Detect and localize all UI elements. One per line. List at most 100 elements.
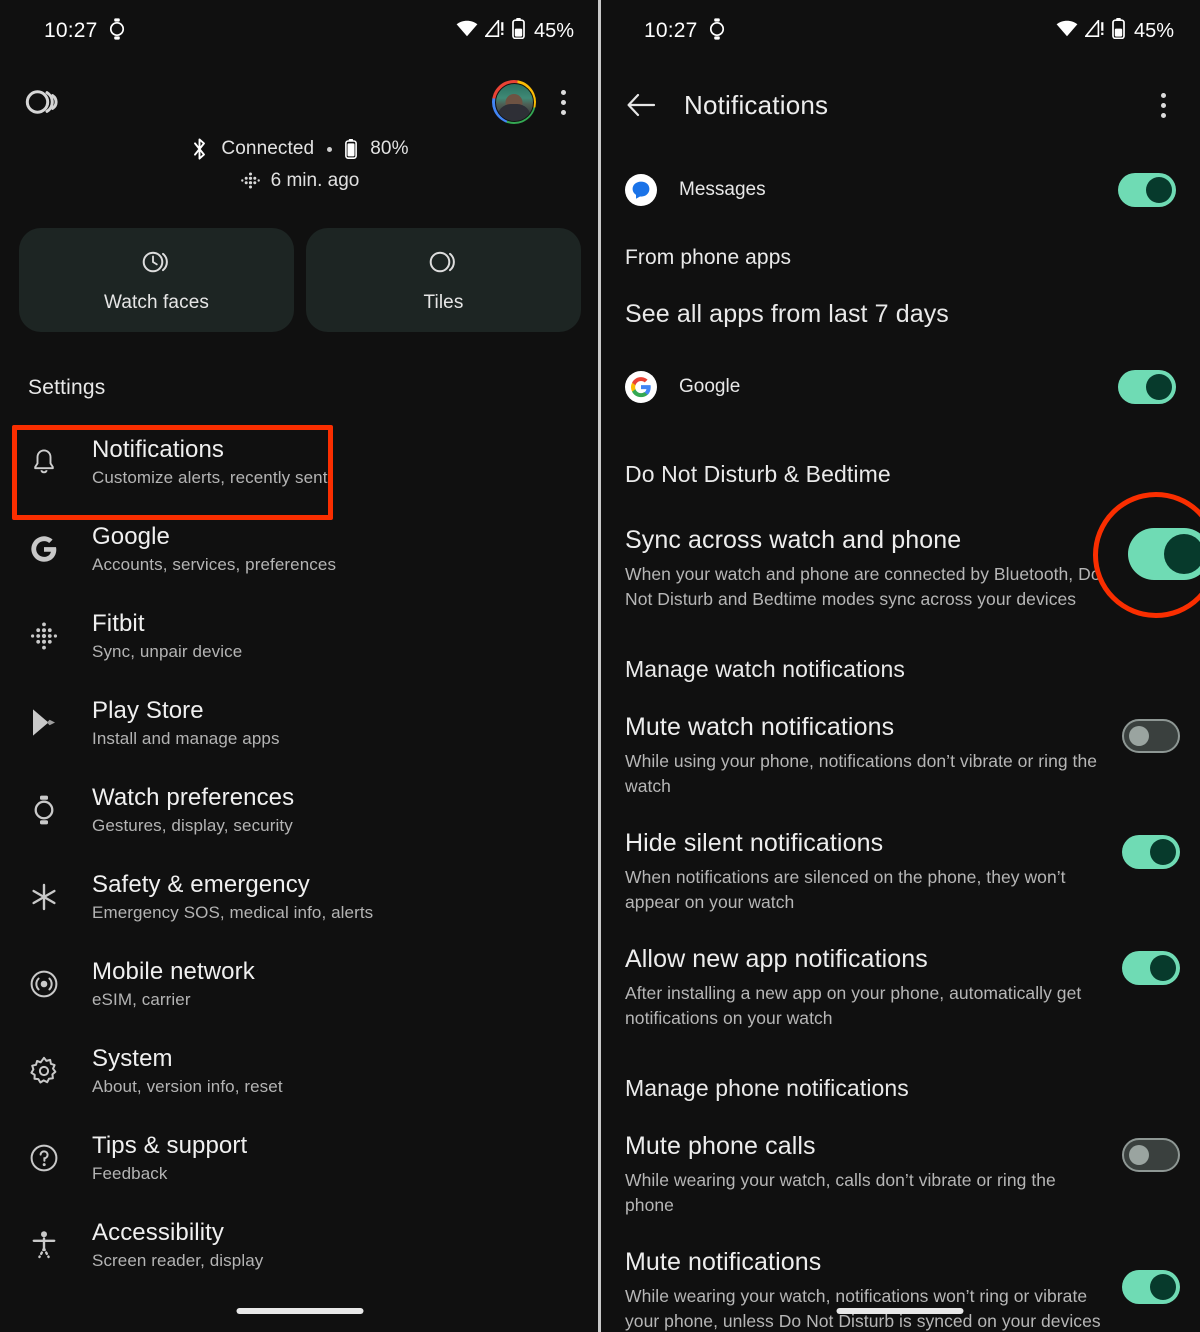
wifi-icon [456, 20, 478, 42]
quick-action-cards: Watch faces Tiles [0, 192, 600, 332]
hide-silent-notifications-toggle[interactable] [1122, 835, 1180, 870]
settings-item-text: Accessibility Screen reader, display [92, 1219, 263, 1271]
settings-item-watch-preferences[interactable]: Watch preferences Gestures, display, sec… [0, 766, 600, 853]
avatar-photo [494, 82, 534, 122]
settings-item-subtitle: eSIM, carrier [92, 989, 191, 1009]
settings-item-text: Google Accounts, services, preferences [92, 523, 336, 575]
nav-home-pill-right[interactable] [836, 1308, 964, 1314]
nav-home-pill-left[interactable] [236, 1308, 364, 1314]
settings-item-text: Notifications Customize alerts, recently… [92, 436, 328, 488]
app-header [0, 62, 600, 124]
mute-phone-calls-toggle[interactable] [1122, 1138, 1180, 1173]
settings-item-google[interactable]: Google Accounts, services, preferences [0, 505, 600, 592]
status-bar-left-group: 10:27 [644, 17, 725, 45]
last-sync-time: 6 min. ago [270, 170, 360, 191]
messages-notifications-toggle[interactable] [1118, 173, 1176, 207]
settings-item-subtitle: Customize alerts, recently sent [92, 467, 328, 487]
fitbit-icon [240, 172, 260, 191]
pref-description: While wearing your watch, calls don’t vi… [625, 1170, 1056, 1216]
settings-item-text: Play Store Install and manage apps [92, 697, 280, 749]
settings-item-title: Fitbit [92, 609, 145, 637]
from-phone-apps-header: From phone apps [625, 246, 792, 269]
messages-icon [625, 174, 657, 206]
back-arrow-icon[interactable] [624, 88, 658, 122]
pref-text: Hide silent notifications When notificat… [625, 829, 1122, 915]
settings-item-text: Mobile network eSIM, carrier [92, 958, 255, 1010]
pref-sync-across-watch-and-phone[interactable]: Sync across watch and phone When your wa… [600, 526, 1200, 612]
connection-status: Connected 80% 6 min. ago [0, 138, 600, 192]
settings-section-title: Settings [28, 376, 106, 399]
status-time: 10:27 [644, 19, 698, 42]
settings-item-accessibility[interactable]: Accessibility Screen reader, display [0, 1201, 600, 1288]
see-all-apps-link[interactable]: See all apps from last 7 days [600, 300, 1200, 329]
connection-primary-row: Connected 80% [0, 138, 600, 160]
pref-mute-watch-notifications[interactable]: Mute watch notifications While using you… [600, 713, 1200, 799]
pref-text: Mute notifications While wearing your wa… [625, 1248, 1122, 1332]
allow-new-app-notifications-toggle[interactable] [1122, 951, 1180, 986]
pref-text: Sync across watch and phone When your wa… [625, 526, 1122, 612]
settings-item-text: Safety & emergency Emergency SOS, medica… [92, 871, 373, 923]
google-notifications-toggle[interactable] [1118, 370, 1176, 404]
settings-item-text: Fitbit Sync, unpair device [92, 610, 242, 662]
settings-item-title: Watch preferences [92, 783, 295, 811]
connection-sync-row: 6 min. ago [0, 170, 600, 192]
battery-icon [345, 139, 358, 159]
manage-watch-notifications-header: Manage watch notifications [625, 656, 906, 683]
watch-faces-card[interactable]: Watch faces [19, 228, 294, 332]
google-g-icon [22, 527, 66, 571]
status-bar-left-group: 10:27 [44, 17, 125, 45]
dual-screenshot-composite: 10:27 45% Connected 80% 6 min. ago Watch… [0, 0, 1200, 1332]
bell-icon [22, 440, 66, 484]
settings-item-play-store[interactable]: Play Store Install and manage apps [0, 679, 600, 766]
settings-item-subtitle: Accounts, services, preferences [92, 554, 337, 574]
google-g-icon [625, 371, 657, 403]
settings-item-notifications[interactable]: Notifications Customize alerts, recently… [0, 418, 600, 505]
settings-item-system[interactable]: System About, version info, reset [0, 1027, 600, 1114]
more-options-icon[interactable] [550, 85, 576, 119]
status-bar-right: 10:27 45% [600, 0, 1200, 62]
pref-text: Mute phone calls While wearing your watc… [625, 1132, 1122, 1218]
settings-item-fitbit[interactable]: Fitbit Sync, unpair device [0, 592, 600, 679]
watch-icon [22, 788, 66, 832]
sync-across-watch-and-phone-toggle[interactable] [1128, 528, 1200, 580]
pref-hide-silent-notifications[interactable]: Hide silent notifications When notificat… [600, 829, 1200, 915]
cell-tower-icon [22, 962, 66, 1006]
settings-list: Notifications Customize alerts, recently… [0, 418, 600, 1288]
watch-icon [709, 17, 725, 45]
mute-watch-notifications-toggle[interactable] [1122, 719, 1180, 754]
settings-item-text: System About, version info, reset [92, 1045, 283, 1097]
manage-phone-notifications-header: Manage phone notifications [625, 1075, 909, 1102]
connection-state: Connected [221, 138, 315, 159]
mute-notifications-toggle[interactable] [1122, 1270, 1180, 1305]
watch-app-home-screen: 10:27 45% Connected 80% 6 min. ago Watch… [0, 0, 600, 1332]
settings-item-subtitle: Screen reader, display [92, 1250, 264, 1270]
battery-icon [512, 18, 525, 44]
avatar[interactable] [492, 80, 536, 124]
app-notification-row-google[interactable]: Google [600, 355, 1200, 419]
pref-description: When your watch and phone are connected … [625, 564, 1101, 610]
page-title: Notifications [684, 89, 829, 120]
accessibility-icon [22, 1223, 66, 1267]
pref-mute-phone-calls[interactable]: Mute phone calls While wearing your watc… [600, 1132, 1200, 1218]
tiles-label: Tiles [423, 291, 464, 313]
status-battery-percent: 45% [533, 19, 574, 42]
settings-item-safety-emergency[interactable]: Safety & emergency Emergency SOS, medica… [0, 853, 600, 940]
pref-allow-new-app-notifications[interactable]: Allow new app notifications After instal… [600, 945, 1200, 1031]
wifi-icon [1056, 20, 1078, 42]
app-notification-row-messages[interactable]: Messages [600, 158, 1200, 222]
watch-icon [109, 17, 125, 45]
settings-item-subtitle: Feedback [92, 1163, 168, 1183]
pref-mute-notifications[interactable]: Mute notifications While wearing your wa… [600, 1248, 1200, 1332]
app-bar: Notifications [600, 68, 1200, 142]
settings-item-mobile-network[interactable]: Mobile network eSIM, carrier [0, 940, 600, 1027]
question-mark-icon [22, 1136, 66, 1180]
tiles-icon [427, 247, 461, 282]
settings-item-title: System [92, 1044, 173, 1072]
fitbit-icon [22, 614, 66, 658]
pref-title: Sync across watch and phone [625, 526, 962, 554]
settings-item-subtitle: Emergency SOS, medical info, alerts [92, 902, 374, 922]
more-options-icon[interactable] [1150, 88, 1176, 122]
pref-title: Mute phone calls [625, 1132, 816, 1161]
settings-item-tips-support[interactable]: Tips & support Feedback [0, 1114, 600, 1201]
tiles-card[interactable]: Tiles [306, 228, 581, 332]
